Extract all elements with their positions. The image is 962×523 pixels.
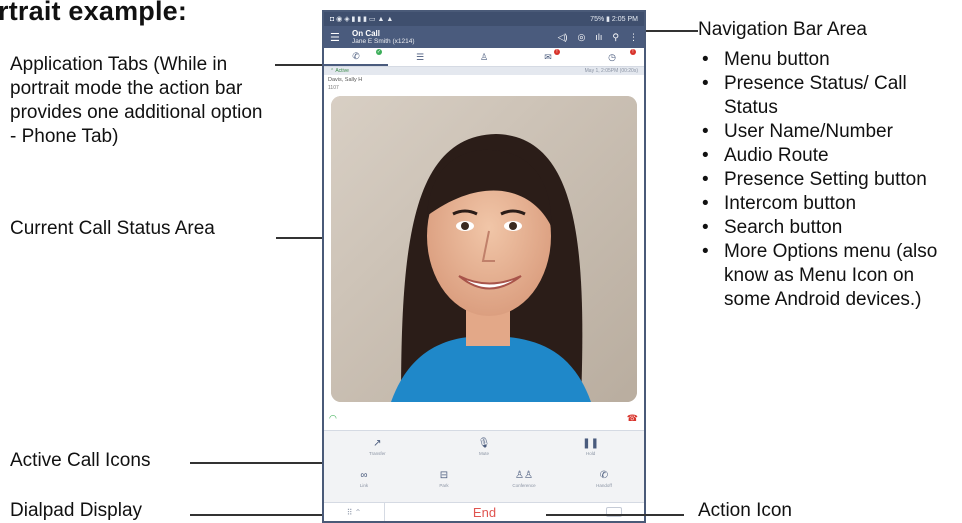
- active-label: ⌃ Active: [330, 68, 349, 74]
- status-icons: ◘ ◉ ◈ ▮ ▮ ▮ ▭ ▲ ▲: [330, 16, 394, 23]
- speaker-icon[interactable]: ◁): [558, 32, 568, 43]
- active-call-bar: ⌃ Active May 1, 2:05PM (00:20s): [324, 67, 644, 75]
- dialpad-toggle[interactable]: ⠿ ⌃: [324, 503, 385, 521]
- handoff-label: Handoff: [596, 483, 612, 488]
- feature-item: Audio Route: [700, 144, 962, 168]
- park-icon: ⊟: [439, 470, 449, 481]
- link-button[interactable]: ∞ Link: [324, 463, 404, 495]
- callout-line-status: [276, 237, 323, 239]
- label-navigation-bar: Navigation Bar Area: [698, 19, 867, 40]
- action-icon[interactable]: [584, 503, 644, 521]
- keyboard-icon: [606, 507, 622, 517]
- android-status-bar: ◘ ◉ ◈ ▮ ▮ ▮ ▭ ▲ ▲ 75% ▮ 2:05 PM: [324, 12, 644, 26]
- label-current-call-status: Current Call Status Area: [10, 218, 215, 239]
- hold-button[interactable]: ❚❚ Hold: [537, 431, 644, 463]
- label-application-tabs: Application Tabs (While in portrait mode…: [10, 54, 263, 147]
- current-call-status-area: Davis, Sally H 1107 ◠ ☎: [324, 75, 644, 430]
- active-call-icons: ↗ Transfer 🎙 Mute ❚❚ Hold ∞ Link ⊟ Park …: [324, 430, 644, 495]
- mute-button[interactable]: 🎙 Mute: [431, 431, 538, 463]
- caller-extension: 1107: [328, 85, 339, 91]
- clock-icon: ◷: [608, 51, 616, 62]
- handoff-button[interactable]: ✆ Handoff: [564, 463, 644, 495]
- wifi-icon: ◠: [329, 413, 337, 423]
- more-options-icon[interactable]: ⋮: [629, 32, 638, 43]
- feature-item: Search button: [700, 216, 962, 240]
- intercom-icon[interactable]: ılı: [595, 32, 602, 43]
- mute-icon: 🎙: [477, 438, 491, 449]
- history-badge: !: [630, 49, 636, 55]
- mute-label: Mute: [478, 451, 489, 456]
- caller-name: Davis, Sally H: [328, 77, 363, 83]
- link-label: Link: [359, 483, 369, 488]
- feature-item: Intercom button: [700, 192, 962, 216]
- tab-phone[interactable]: ✆ ✓: [324, 48, 388, 66]
- conference-label: Conference: [512, 483, 536, 488]
- park-label: Park: [439, 483, 449, 488]
- status-time: 75% ▮ 2:05 PM: [590, 16, 638, 23]
- callout-line-nav: [646, 30, 698, 32]
- call-date: May 1, 2:05PM (00:20s): [584, 68, 638, 74]
- conference-icon: ♙♙: [515, 470, 533, 481]
- tab-list[interactable]: ☰: [388, 48, 452, 66]
- envelope-icon: ✉: [544, 51, 552, 62]
- label-action-icon: Action Icon: [698, 500, 792, 521]
- hold-icon: ❚❚: [582, 438, 600, 449]
- feature-item: User Name/Number: [700, 120, 962, 144]
- navigation-bar: ☰ On Call Jane E Smith (x1214) ◁) ◎ ılı …: [324, 26, 644, 48]
- menu-icon[interactable]: ☰: [330, 31, 346, 44]
- page-heading: rtrait example:: [0, 0, 188, 26]
- action-bar: ⠿ ⌃ End: [324, 502, 644, 521]
- location-icon[interactable]: ◎: [578, 32, 586, 43]
- callout-line-call-icons: [190, 462, 323, 464]
- handoff-icon: ✆: [599, 470, 609, 481]
- tab-history[interactable]: ◷ !: [580, 48, 644, 66]
- label-dialpad-display: Dialpad Display: [10, 500, 143, 521]
- call-status-title: On Call: [352, 28, 381, 38]
- feature-item: Presence Status/ Call Status: [700, 72, 962, 120]
- list-icon: ☰: [415, 51, 425, 62]
- tab-messages[interactable]: ✉ !: [516, 48, 580, 66]
- hold-label: Hold: [586, 451, 596, 456]
- caller-photo: [331, 96, 637, 402]
- callout-line-tabs: [275, 64, 323, 66]
- phone-screen: ◘ ◉ ◈ ▮ ▮ ▮ ▭ ▲ ▲ 75% ▮ 2:05 PM ☰ On Cal…: [322, 10, 646, 523]
- transfer-icon: ↗: [373, 438, 382, 449]
- transfer-button[interactable]: ↗ Transfer: [324, 431, 431, 463]
- phone-badge: ✓: [376, 49, 382, 55]
- feature-item: Presence Setting button: [700, 168, 962, 192]
- phone-icon: ✆: [352, 50, 360, 61]
- callout-line-dialpad: [190, 514, 323, 516]
- feature-item: Menu button: [700, 48, 962, 72]
- search-icon[interactable]: ⚲: [612, 32, 619, 43]
- label-active-call-icons: Active Call Icons: [10, 450, 151, 471]
- user-name-number: Jane E Smith (x1214): [352, 37, 415, 45]
- tab-contacts[interactable]: ♙: [452, 48, 516, 66]
- callout-line-action: [546, 514, 684, 516]
- park-button[interactable]: ⊟ Park: [404, 463, 484, 495]
- caller-photo-art: [331, 96, 637, 402]
- link-icon: ∞: [360, 470, 368, 481]
- dialpad-icon: ⠿ ⌃: [346, 507, 362, 517]
- contacts-icon: ♙: [479, 51, 489, 62]
- navigation-feature-list: Menu button Presence Status/ Call Status…: [700, 48, 962, 312]
- presence-user-info[interactable]: On Call Jane E Smith (x1214): [352, 29, 558, 46]
- messages-badge: !: [554, 49, 560, 55]
- end-call-button[interactable]: End: [385, 505, 584, 520]
- transfer-label: Transfer: [369, 451, 386, 456]
- hangup-icon[interactable]: ☎: [627, 413, 638, 424]
- application-tabs: ✆ ✓ ☰ ♙ ✉ ! ◷ !: [324, 48, 644, 67]
- feature-item: More Options menu (also know as Menu Ico…: [700, 240, 962, 312]
- conference-button[interactable]: ♙♙ Conference: [484, 463, 564, 495]
